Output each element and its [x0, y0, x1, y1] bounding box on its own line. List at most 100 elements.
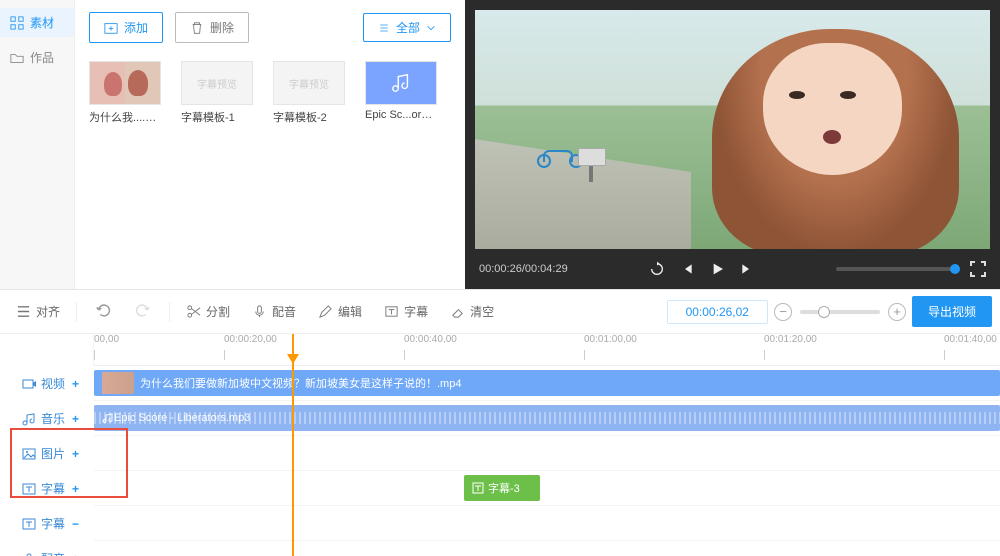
music-track-icon	[22, 412, 36, 426]
loop-button[interactable]	[649, 261, 665, 277]
eraser-icon	[450, 304, 465, 319]
voice-track-icon	[22, 552, 36, 556]
subtitle-track-icon	[22, 482, 36, 496]
export-button[interactable]: 导出视频	[912, 296, 992, 327]
zoom-slider[interactable]	[800, 310, 880, 314]
remove-sub-track[interactable]: −	[72, 517, 79, 531]
next-button[interactable]	[739, 261, 755, 277]
clip-video[interactable]: 为什么我们要做新加坡中文视频？新加坡美女是这样子说的！.mp4	[94, 370, 1000, 396]
clip-audio[interactable]: Epic Score - Liberators.mp3	[94, 405, 1000, 431]
clear-button[interactable]: 清空	[442, 299, 502, 324]
thumb-label: Epic Sc...ors.mp3	[365, 109, 437, 121]
ruler-tick: 00:01:00,00	[584, 334, 637, 345]
nav-item-material[interactable]: 素材	[0, 8, 74, 37]
ruler-tick: 00:01:20,00	[764, 334, 817, 345]
align-button[interactable]: 对齐	[8, 299, 68, 324]
preview-frame	[475, 10, 990, 249]
track-label-voice: 配音+	[0, 541, 94, 556]
timeline-ruler[interactable]: 00,00 00:00:20,00 00:00:40,00 00:01:00,0…	[94, 334, 1000, 366]
add-voice-track[interactable]: +	[72, 552, 79, 556]
nav-label: 素材	[30, 14, 54, 31]
track-sub2[interactable]	[94, 506, 1000, 541]
prev-button[interactable]	[679, 261, 695, 277]
subtitle-track-icon	[22, 517, 36, 531]
preview-controls: 00:00:26/00:04:29	[465, 249, 1000, 289]
ruler-tick: 00:00:20,00	[224, 334, 277, 345]
track-label-sub1: 字幕+	[0, 471, 94, 506]
list-icon	[378, 22, 390, 34]
skip-next-icon	[739, 261, 755, 277]
zoom-out-button[interactable]: −	[774, 303, 792, 321]
thumb-video	[89, 61, 161, 105]
split-button[interactable]: 分割	[178, 299, 238, 324]
delete-label: 删除	[210, 19, 234, 36]
tracks-area: 为什么我们要做新加坡中文视频？新加坡美女是这样子说的！.mp4 Epic Sco…	[94, 366, 1000, 556]
library-item[interactable]: 字幕预览 字幕模板-2	[273, 61, 345, 125]
track-video[interactable]: 为什么我们要做新加坡中文视频？新加坡美女是这样子说的！.mp4	[94, 366, 1000, 401]
add-folder-icon	[104, 21, 118, 35]
chevron-down-icon	[426, 23, 436, 33]
clip-subtitle[interactable]: 字幕-3	[464, 475, 540, 501]
track-audio[interactable]: Epic Score - Liberators.mp3	[94, 401, 1000, 436]
pencil-icon	[318, 304, 333, 319]
library-panel: 添加 删除 全部 为什么我....mp4 字幕预览 字幕模板-1	[75, 0, 465, 289]
thumb-subtitle: 字幕预览	[181, 61, 253, 105]
preview-progress[interactable]	[836, 267, 956, 271]
zoom-in-button[interactable]: +	[888, 303, 906, 321]
track-labels-column: 视频+ 音乐+ 图片+ 字幕+ 字幕− 配音+	[0, 334, 94, 556]
grid-icon	[10, 16, 24, 30]
thumb-label: 为什么我....mp4	[89, 109, 161, 125]
preview-video[interactable]	[475, 10, 990, 249]
loop-icon	[649, 261, 665, 277]
ruler-tick: 00,00	[94, 334, 119, 345]
library-grid: 为什么我....mp4 字幕预览 字幕模板-1 字幕预览 字幕模板-2 Epic…	[89, 61, 451, 125]
align-icon	[16, 304, 31, 319]
undo-button[interactable]	[95, 301, 113, 322]
fullscreen-button[interactable]	[970, 261, 986, 277]
ruler-tick: 00:00:40,00	[404, 334, 457, 345]
image-track-icon	[22, 447, 36, 461]
text-icon	[384, 304, 399, 319]
clip-label: 为什么我们要做新加坡中文视频？新加坡美女是这样子说的！.mp4	[140, 375, 461, 391]
edit-toolbar: 对齐 分割 配音 编辑 字幕 清空 00:00:26,02 − + 导出视频	[0, 290, 1000, 334]
music-icon	[102, 412, 114, 424]
nav-item-works[interactable]: 作品	[0, 43, 74, 72]
redo-button[interactable]	[133, 301, 151, 322]
clip-label: Epic Score - Liberators.mp3	[114, 412, 250, 424]
align-label: 对齐	[36, 303, 60, 320]
track-label-image: 图片+	[0, 436, 94, 471]
add-image-track[interactable]: +	[72, 447, 79, 461]
trash-icon	[190, 21, 204, 35]
left-nav: 素材 作品	[0, 0, 75, 289]
track-label-sub2: 字幕−	[0, 506, 94, 541]
undo-icon	[95, 301, 113, 319]
filter-dropdown[interactable]: 全部	[363, 13, 451, 42]
text-icon	[472, 482, 484, 494]
track-voice[interactable]	[94, 541, 1000, 556]
add-sub-track[interactable]: +	[72, 482, 79, 496]
mic-icon	[252, 304, 267, 319]
filter-label: 全部	[396, 19, 420, 36]
library-item[interactable]: Epic Sc...ors.mp3	[365, 61, 437, 125]
track-sub1[interactable]: 字幕-3	[94, 471, 1000, 506]
playhead[interactable]	[292, 334, 294, 556]
library-item[interactable]: 为什么我....mp4	[89, 61, 161, 125]
add-audio-track[interactable]: +	[72, 412, 79, 426]
undo-redo-group	[85, 301, 161, 322]
add-video-track[interactable]: +	[72, 377, 79, 391]
edit-button[interactable]: 编辑	[310, 299, 370, 324]
track-label-audio: 音乐+	[0, 401, 94, 436]
track-image[interactable]	[94, 436, 1000, 471]
thumb-label: 字幕模板-1	[181, 109, 253, 125]
skip-prev-icon	[679, 261, 695, 277]
dub-button[interactable]: 配音	[244, 299, 304, 324]
delete-button[interactable]: 删除	[175, 12, 249, 43]
music-icon	[390, 72, 412, 94]
video-track-icon	[22, 377, 36, 391]
play-button[interactable]	[709, 261, 725, 277]
thumb-label: 字幕模板-2	[273, 109, 345, 125]
add-button[interactable]: 添加	[89, 12, 163, 43]
subtitle-button[interactable]: 字幕	[376, 299, 436, 324]
ruler-tick: 00:01:40,00	[944, 334, 997, 345]
library-item[interactable]: 字幕预览 字幕模板-1	[181, 61, 253, 125]
